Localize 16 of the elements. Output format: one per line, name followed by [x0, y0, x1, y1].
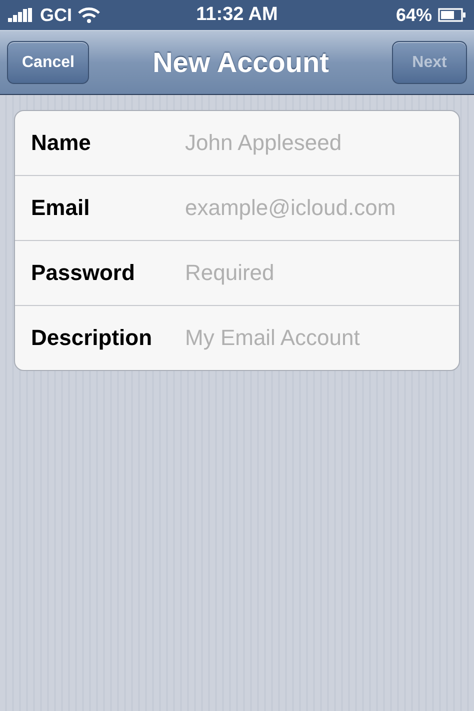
input-field[interactable]: My Email Account [185, 325, 449, 351]
battery-icon [438, 8, 466, 22]
carrier-name: GCI [40, 4, 72, 26]
field-label: Name [31, 130, 92, 156]
field-label: Description [31, 325, 154, 351]
signal-icon [8, 8, 34, 22]
input-field[interactable]: Required [185, 260, 449, 286]
battery-percent: 64% [396, 4, 432, 26]
cancel-button[interactable]: Cancel [7, 41, 90, 84]
input-field[interactable]: John Appleseed [185, 130, 449, 156]
field-label: Password [31, 260, 136, 286]
input-field[interactable]: example@icloud.com [185, 195, 449, 221]
field-label: Email [31, 195, 91, 221]
status-time: 11:32 AM [196, 4, 278, 26]
nav-title: New Account [152, 46, 329, 78]
wifi-icon [78, 7, 100, 23]
